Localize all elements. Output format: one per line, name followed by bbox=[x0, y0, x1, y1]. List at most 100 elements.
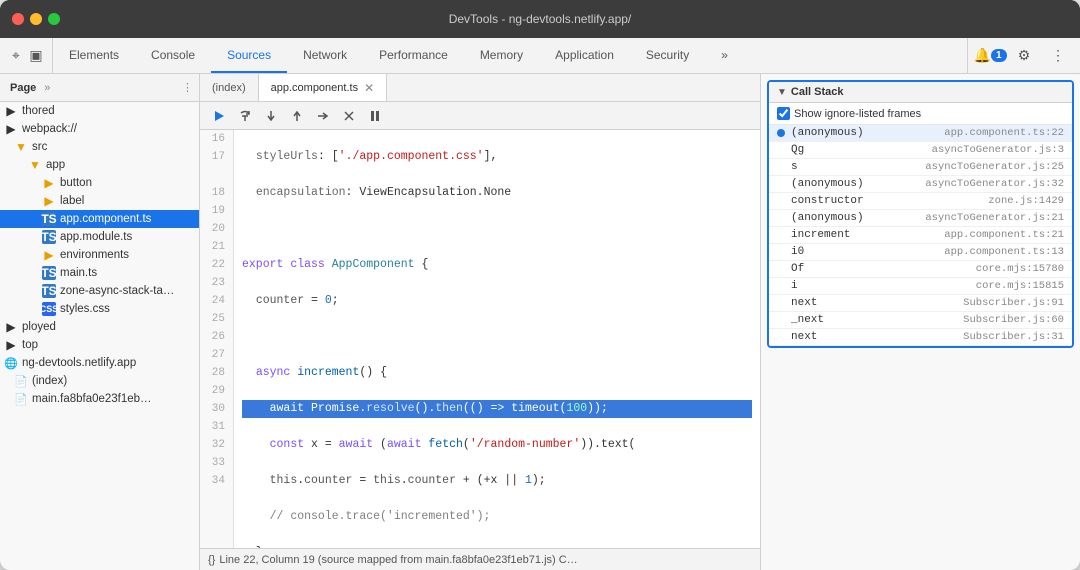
tab-security[interactable]: Security bbox=[630, 38, 705, 73]
sidebar-item-index[interactable]: 📄 (index) bbox=[0, 372, 199, 390]
sidebar-menu-icon[interactable]: ⋮ bbox=[182, 81, 193, 94]
step-button[interactable] bbox=[312, 105, 334, 127]
tab-performance[interactable]: Performance bbox=[363, 38, 464, 73]
settings-button[interactable]: ⚙ bbox=[1010, 42, 1038, 70]
tab-more[interactable]: » bbox=[705, 38, 744, 73]
code-line-24: this.counter = this.counter + (+x || 1); bbox=[242, 472, 752, 490]
sidebar-item-environments[interactable]: ▶ environments bbox=[0, 246, 199, 264]
notifications-button[interactable]: 🔔 1 bbox=[976, 42, 1004, 70]
code-line-19: counter = 0; bbox=[242, 292, 752, 310]
devtools-window: DevTools - ng-devtools.netlify.app/ ⌖ ▣ … bbox=[0, 0, 1080, 570]
call-item-5[interactable]: (anonymous) asyncToGenerator.js:21 bbox=[769, 210, 1072, 227]
sidebar-item-label: webpack:// bbox=[22, 123, 77, 135]
sidebar-item-styles-css[interactable]: CSS styles.css bbox=[0, 300, 199, 318]
code-tab-label: (index) bbox=[212, 82, 246, 94]
folder-icon: ▶ bbox=[42, 176, 56, 190]
call-stack-panel: ▼ Call Stack Show ignore-listed frames (… bbox=[767, 80, 1074, 348]
tab-memory[interactable]: Memory bbox=[464, 38, 539, 73]
sidebar-item-label: label bbox=[60, 195, 84, 207]
maximize-button[interactable] bbox=[48, 13, 60, 25]
tab-elements[interactable]: Elements bbox=[53, 38, 135, 73]
sidebar-item-src[interactable]: ▼ src bbox=[0, 138, 199, 156]
tab-application[interactable]: Application bbox=[539, 38, 630, 73]
tab-network[interactable]: Network bbox=[287, 38, 363, 73]
code-line-20 bbox=[242, 328, 752, 346]
code-body[interactable]: 16 17 18 19 20 21 22 23 24 25 26 27 28 bbox=[200, 130, 760, 548]
call-item-1[interactable]: Qg asyncToGenerator.js:3 bbox=[769, 142, 1072, 159]
code-tab-label: app.component.ts bbox=[271, 82, 358, 94]
show-ignore-checkbox[interactable] bbox=[777, 107, 790, 120]
call-item-6[interactable]: increment app.component.ts:21 bbox=[769, 227, 1072, 244]
sidebar-item-label: main.fa8bfa0e23f1eb… bbox=[32, 393, 152, 405]
sidebar-item-label: app bbox=[46, 159, 65, 171]
cursor-icon[interactable]: ⌖ bbox=[8, 48, 24, 64]
sidebar-item-ployed[interactable]: ▶ ployed bbox=[0, 318, 199, 336]
more-menu-button[interactable]: ⋮ bbox=[1044, 42, 1072, 70]
code-tab-app-component[interactable]: app.component.ts ✕ bbox=[259, 74, 388, 101]
sidebar-item-label: button bbox=[60, 177, 92, 189]
call-item-9[interactable]: i core.mjs:15815 bbox=[769, 278, 1072, 295]
func-name: (anonymous) bbox=[777, 178, 925, 190]
deactivate-breakpoints-button[interactable] bbox=[338, 105, 360, 127]
main-tabs: Elements Console Sources Network Perform… bbox=[53, 38, 967, 73]
step-over-button[interactable] bbox=[234, 105, 256, 127]
status-brackets-icon: {} bbox=[208, 554, 215, 566]
pause-on-exception-button[interactable] bbox=[364, 105, 386, 127]
sidebar-item-zone-async[interactable]: TS zone-async-stack-ta… bbox=[0, 282, 199, 300]
sidebar-item-ng-devtools[interactable]: 🌐 ng-devtools.netlify.app bbox=[0, 354, 199, 372]
call-item-7[interactable]: i0 app.component.ts:13 bbox=[769, 244, 1072, 261]
tab-sources[interactable]: Sources bbox=[211, 38, 287, 73]
device-icon[interactable]: ▣ bbox=[28, 48, 44, 64]
sidebar-item-app[interactable]: ▼ app bbox=[0, 156, 199, 174]
tab-console[interactable]: Console bbox=[135, 38, 211, 73]
minimize-button[interactable] bbox=[30, 13, 42, 25]
traffic-lights bbox=[12, 13, 60, 25]
call-stack-title: Call Stack bbox=[791, 86, 844, 98]
call-item-12[interactable]: next Subscriber.js:31 bbox=[769, 329, 1072, 346]
page-label: Page bbox=[6, 82, 40, 94]
main-content: Page » ⋮ ▶ thored ▶ webpack:// ▼ bbox=[0, 74, 1080, 570]
sidebar-item-webpack[interactable]: ▶ webpack:// bbox=[0, 120, 199, 138]
file-ref: Subscriber.js:60 bbox=[963, 314, 1064, 326]
file-sidebar: Page » ⋮ ▶ thored ▶ webpack:// ▼ bbox=[0, 74, 200, 570]
sidebar-item-main-bundle[interactable]: 📄 main.fa8bfa0e23f1eb… bbox=[0, 390, 199, 408]
call-item-3[interactable]: (anonymous) asyncToGenerator.js:32 bbox=[769, 176, 1072, 193]
code-tabs: (index) app.component.ts ✕ bbox=[200, 74, 760, 102]
file-ref: zone.js:1429 bbox=[988, 195, 1064, 207]
call-item-11[interactable]: _next Subscriber.js:60 bbox=[769, 312, 1072, 329]
call-item-8[interactable]: Of core.mjs:15780 bbox=[769, 261, 1072, 278]
resume-button[interactable] bbox=[208, 105, 230, 127]
call-item-10[interactable]: next Subscriber.js:91 bbox=[769, 295, 1072, 312]
file-ref: Subscriber.js:91 bbox=[963, 297, 1064, 309]
main-toolbar: ⌖ ▣ Elements Console Sources Network Per… bbox=[0, 38, 1080, 74]
sidebar-item-app-component-ts[interactable]: TS app.component.ts bbox=[0, 210, 199, 228]
chevron-icon: ▶ bbox=[4, 338, 18, 352]
status-bar-text: Line 22, Column 19 (source mapped from m… bbox=[219, 554, 577, 566]
code-line-16: styleUrls: ['./app.component.css'], bbox=[242, 148, 752, 166]
step-into-button[interactable] bbox=[260, 105, 282, 127]
step-out-button[interactable] bbox=[286, 105, 308, 127]
close-tab-icon[interactable]: ✕ bbox=[364, 81, 374, 95]
sidebar-item-thored[interactable]: ▶ thored bbox=[0, 102, 199, 120]
section-collapse-icon[interactable]: ▼ bbox=[777, 87, 787, 98]
close-button[interactable] bbox=[12, 13, 24, 25]
code-tab-index[interactable]: (index) bbox=[200, 74, 259, 101]
file-ref: core.mjs:15780 bbox=[976, 263, 1064, 275]
func-name: next bbox=[777, 297, 963, 309]
func-name: _next bbox=[777, 314, 963, 326]
call-item-4[interactable]: constructor zone.js:1429 bbox=[769, 193, 1072, 210]
call-item-2[interactable]: s asyncToGenerator.js:25 bbox=[769, 159, 1072, 176]
call-item-0[interactable]: (anonymous) app.component.ts:22 bbox=[769, 125, 1072, 142]
code-text[interactable]: styleUrls: ['./app.component.css'], enca… bbox=[234, 130, 760, 548]
sidebar-item-top[interactable]: ▶ top bbox=[0, 336, 199, 354]
file-ref: Subscriber.js:31 bbox=[963, 331, 1064, 343]
sidebar-item-app-module-ts[interactable]: TS app.module.ts bbox=[0, 228, 199, 246]
sidebar-item-main-ts[interactable]: TS main.ts bbox=[0, 264, 199, 282]
sidebar-item-label: environments bbox=[60, 249, 129, 261]
sidebar-item-label: styles.css bbox=[60, 303, 110, 315]
sidebar-more-icon[interactable]: » bbox=[44, 82, 50, 94]
right-panel: ▼ Call Stack Show ignore-listed frames (… bbox=[760, 74, 1080, 570]
toolbar-right: 🔔 1 ⚙ ⋮ bbox=[967, 38, 1080, 73]
sidebar-item-button[interactable]: ▶ button bbox=[0, 174, 199, 192]
sidebar-item-label-folder[interactable]: ▶ label bbox=[0, 192, 199, 210]
